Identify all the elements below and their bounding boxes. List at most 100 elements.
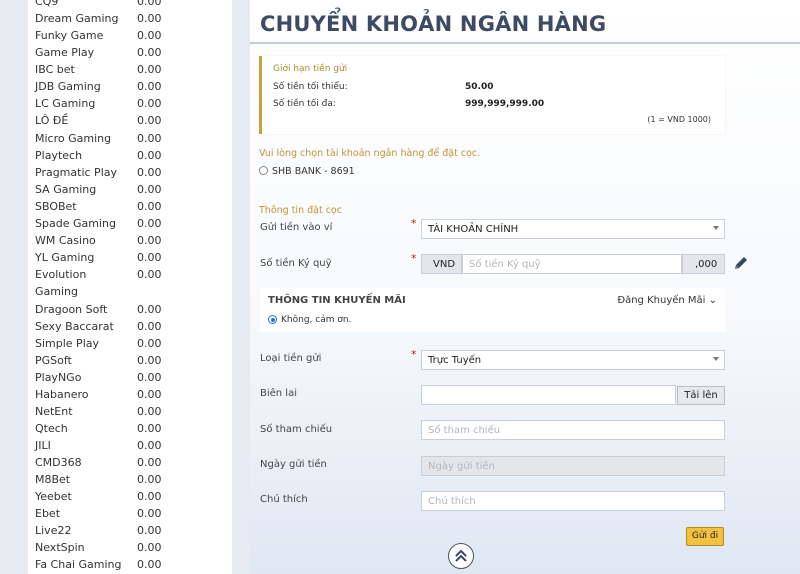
caret-down-icon [713,226,719,230]
note-placeholder: Chú thích [428,496,476,507]
game-name: Playtech [35,149,83,162]
game-balance: 0.00 [137,149,162,162]
game-name: LC Gaming [35,97,96,110]
note-label: Chú thích [260,494,308,505]
deposit-type-select[interactable]: Trực Tuyến [421,350,725,370]
game-name: Dragoon Soft [35,303,108,316]
double-chevron-up-icon [455,549,467,562]
no-promo-radio[interactable] [268,315,277,324]
game-balance: 0.00 [137,337,162,350]
game-name: JILI [35,439,51,452]
game-balance-row: Game Play 0.00 [28,44,232,61]
game-name: Funky Game [35,29,104,42]
currency-addon: VND [421,254,462,274]
submit-button[interactable]: Gửi đi [686,527,724,546]
game-balance-row: SA Gaming 0.00 [28,181,232,198]
game-balance-row: Evolution 0.00 [28,266,232,283]
limits-heading: Giới hạn tiền gửi [273,64,348,74]
game-balance-row: Dream Gaming 0.00 [28,10,232,27]
game-balance: 0.00 [137,388,162,401]
game-name: NextSpin [35,541,85,554]
game-balance: 0.00 [137,29,162,42]
game-balance: 0.00 [137,268,162,281]
amount-suffix: ,000 [682,254,725,274]
scroll-top-button[interactable] [448,543,474,569]
game-balance: 0.00 [137,354,162,367]
reference-input[interactable]: Số tham chiếu [421,420,725,440]
amount-label: Số tiền Ký quỹ [260,258,332,269]
game-name: WM Casino [35,234,96,247]
game-balance: 0.00 [137,46,162,59]
game-balance-row: YL Gaming 0.00 [28,249,232,266]
receipt-input[interactable] [421,385,676,405]
game-balance: 0.00 [137,0,162,8]
game-balance-row: NextSpin 0.00 [28,539,232,556]
promotion-box: THÔNG TIN KHUYẾN MÃI Đăng Khuyến Mãi ⌄ K… [260,288,725,332]
game-balance-row: LÔ ĐỀ 0.00 [28,112,232,129]
amount-input[interactable]: Số tiền Ký quỹ [462,254,682,274]
game-balance: 0.00 [137,490,162,503]
register-promotion-link[interactable]: Đăng Khuyến Mãi ⌄ [617,295,717,306]
game-name: Gaming [35,285,78,298]
no-promo-label[interactable]: Không, cảm ơn. [281,315,351,325]
game-name: NetEnt [35,405,73,418]
game-name: SBOBet [35,200,77,213]
wallet-select-value: TÀI KHOẢN CHÍNH [428,224,519,235]
game-name: Game Play [35,46,95,59]
deposit-limits-box: Giới hạn tiền gửi Số tiền tối thiểu: 50.… [259,56,725,134]
game-balance-row: Ebet 0.00 [28,505,232,522]
game-balance-row: Yeebet 0.00 [28,488,232,505]
title-divider [250,42,800,44]
game-balance-row: SBOBet 0.00 [28,198,232,215]
min-amount-label: Số tiền tối thiểu: [273,82,348,92]
game-balance: 0.00 [137,63,162,76]
game-balance: 0.00 [137,558,162,571]
required-mark: * [411,252,417,265]
game-balance: 0.00 [137,97,162,110]
game-balance: 0.00 [137,251,162,264]
game-name: Simple Play [35,337,99,350]
game-balance: 0.00 [137,12,162,25]
game-balance: 0.00 [137,303,162,316]
game-balance-row: Micro Gaming 0.00 [28,130,232,147]
game-balance: 0.00 [137,524,162,537]
game-name: JDB Gaming [35,80,101,93]
game-balance: 0.00 [137,473,162,486]
currency-code: VND [433,259,456,270]
game-name: Pragmatic Play [35,166,117,179]
game-balance-list: CQ9 0.00 Dream Gaming 0.00 Funky Game 0.00 Gam… [28,0,232,574]
game-balance-row: Playtech 0.00 [28,147,232,164]
game-balance-row: Simple Play 0.00 [28,335,232,352]
deposit-date-input: Ngày gửi tiền [421,456,725,476]
game-name: IBC bet [35,63,75,76]
amount-suffix-text: ,000 [695,259,718,270]
game-name: Dream Gaming [35,12,119,25]
game-balance-row: Dragoon Soft 0.00 [28,301,232,318]
wallet-select[interactable]: TÀI KHOẢN CHÍNH [421,219,725,239]
game-name: PGSoft [35,354,72,367]
game-name: YL Gaming [35,251,95,264]
bank-option-label[interactable]: SHB BANK - 8691 [272,166,355,177]
upload-button[interactable]: Tải lên [677,386,725,405]
bank-radio[interactable] [259,166,268,175]
pencil-icon[interactable] [733,255,749,271]
game-balance: 0.00 [137,217,162,230]
game-balance-row: PlayNGo 0.00 [28,369,232,386]
deposit-date-label: Ngày gửi tiền [260,459,327,470]
game-balance-row: JDB Gaming 0.00 [28,78,232,95]
game-name: Habanero [35,388,89,401]
game-name: Qtech [35,422,68,435]
game-balance: 0.00 [137,234,162,247]
deposit-panel: CHUYỂN KHOẢN NGÂN HÀNG Giới hạn tiền gửi… [250,0,800,574]
game-balance-row: Qtech 0.00 [28,420,232,437]
game-balance: 0.00 [137,320,162,333]
max-amount-value: 999,999,999.00 [465,99,545,109]
game-balance-row: Sexy Baccarat 0.00 [28,318,232,335]
game-balance: 0.00 [137,114,162,127]
game-balance-row: CQ9 0.00 [28,0,232,10]
game-name: SA Gaming [35,183,97,196]
note-input[interactable]: Chú thích [421,491,725,511]
game-balance: 0.00 [137,456,162,469]
game-balance: 0.00 [137,405,162,418]
game-balance-row: JILI 0.00 [28,437,232,454]
